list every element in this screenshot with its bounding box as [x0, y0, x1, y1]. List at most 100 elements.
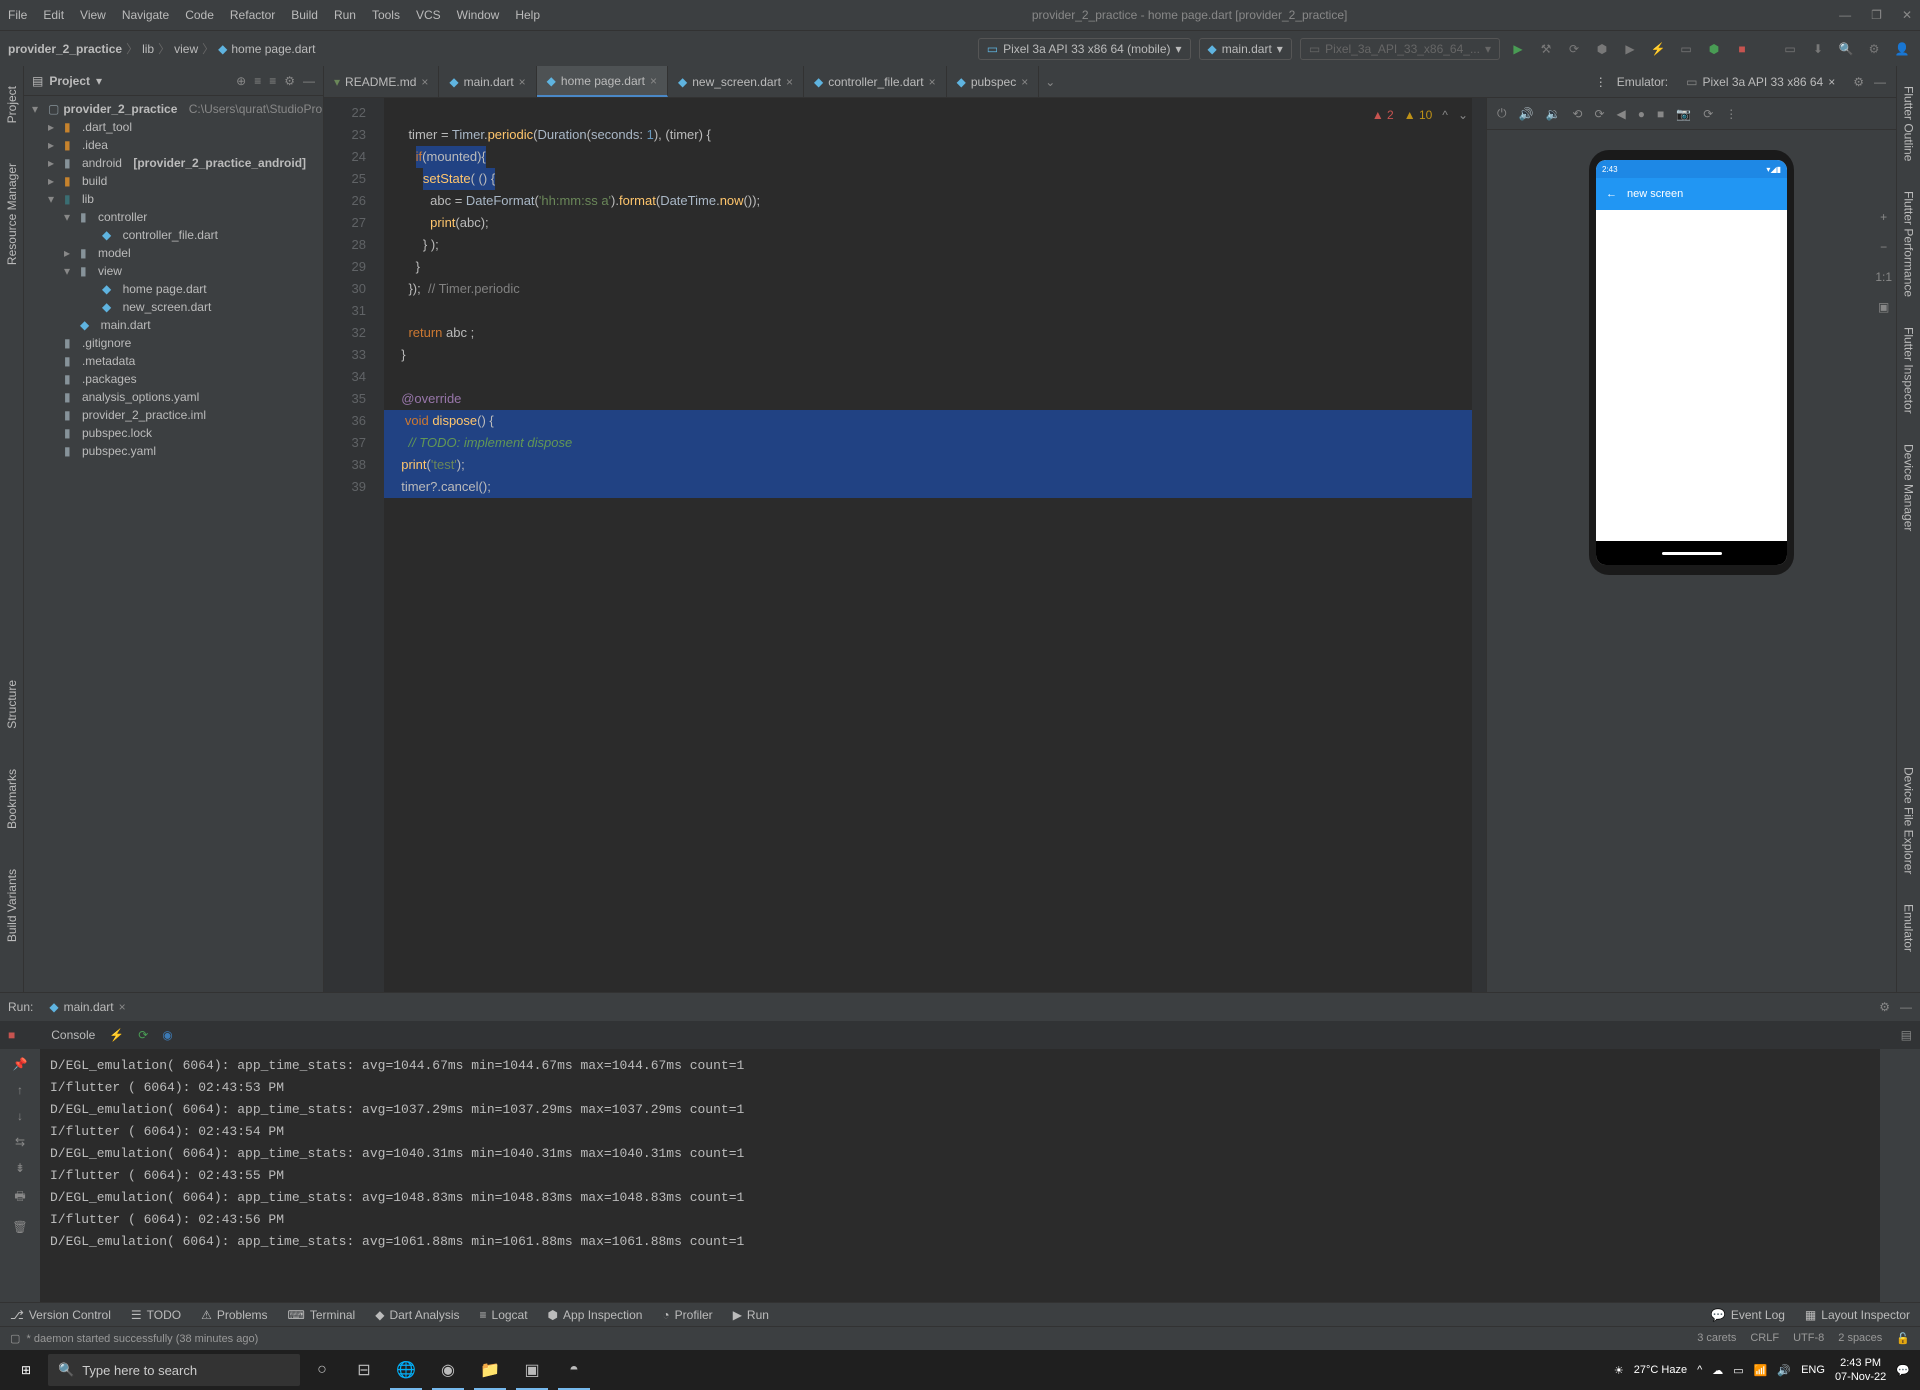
tab-new-screen[interactable]: ◆new_screen.dart× — [668, 66, 804, 97]
tree-file[interactable]: ▮ analysis_options.yaml — [24, 388, 323, 406]
close-icon[interactable]: × — [1828, 75, 1835, 89]
stop-icon[interactable]: ■ — [8, 1028, 15, 1042]
rotate-left-icon[interactable]: ⟲ — [1572, 107, 1582, 121]
breadcrumb-view[interactable]: view — [174, 42, 198, 56]
status-encoding[interactable]: UTF-8 — [1793, 1332, 1824, 1345]
clear-icon[interactable]: 🗑 — [12, 1220, 27, 1234]
coverage-icon[interactable]: ▶ — [1620, 39, 1640, 59]
menu-vcs[interactable]: VCS — [416, 8, 441, 22]
run-tab-main[interactable]: ◆main.dart × — [43, 998, 131, 1016]
tab-controller[interactable]: ◆controller_file.dart× — [804, 66, 947, 97]
fullscreen-icon[interactable]: ▣ — [1878, 300, 1889, 314]
task-cortana-icon[interactable]: ○ — [302, 1350, 342, 1390]
sdk-icon[interactable]: ⬇ — [1808, 39, 1828, 59]
menu-code[interactable]: Code — [185, 8, 214, 22]
rail-device-file-explorer[interactable]: Device File Explorer — [1902, 767, 1916, 874]
scroll-icon[interactable]: ⇟ — [15, 1161, 25, 1175]
rotate-right-icon[interactable]: ⟳ — [1594, 107, 1604, 121]
analysis-summary[interactable]: ▲ 2 ▲ 10 ^ ⌄ — [1372, 104, 1468, 126]
tool-todo[interactable]: ☰TODO — [131, 1308, 181, 1322]
tool-dart-analysis[interactable]: ◆Dart Analysis — [375, 1308, 459, 1322]
tray-onedrive-icon[interactable]: ☁ — [1712, 1364, 1723, 1377]
tool-layout-inspector[interactable]: ▦Layout Inspector — [1805, 1308, 1910, 1322]
task-explorer-icon[interactable]: 📁 — [470, 1350, 510, 1390]
target-icon[interactable]: ⊕ — [236, 74, 246, 88]
overview-icon[interactable]: ■ — [1657, 107, 1664, 121]
code-editor[interactable]: 222324252627282930313233343536373839 ▲ 2… — [324, 98, 1486, 992]
console-output[interactable]: D/EGL_emulation( 6064): app_time_stats: … — [40, 1049, 1880, 1302]
maximize-icon[interactable]: ❐ — [1871, 8, 1882, 22]
devtools-icon[interactable]: ◉ — [162, 1028, 172, 1042]
device-selector[interactable]: ▭ Pixel 3a API 33 x86 64 (mobile) ▾ — [978, 38, 1191, 60]
task-view-icon[interactable]: ⊟ — [344, 1350, 384, 1390]
console-scrollbar[interactable] — [1880, 1049, 1920, 1302]
tab-readme[interactable]: ▾README.md× — [324, 66, 439, 97]
down-icon[interactable]: ↓ — [17, 1109, 23, 1123]
back-icon[interactable]: ◀ — [1617, 107, 1626, 121]
tree-item[interactable]: ▸▮ .dart_tool — [24, 118, 323, 136]
tree-item[interactable]: ▸▮ model — [24, 244, 323, 262]
user-icon[interactable]: 👤 — [1892, 39, 1912, 59]
back-arrow-icon[interactable]: ← — [1606, 188, 1617, 200]
tool-event-log[interactable]: 💬Event Log — [1711, 1308, 1785, 1322]
tree-file[interactable]: ◆ new_screen.dart — [24, 298, 323, 316]
volume-up-icon[interactable]: 🔊 — [1519, 107, 1534, 121]
gear-icon[interactable]: ⚙ — [1879, 1000, 1890, 1014]
run-icon[interactable]: ▶ — [1508, 39, 1528, 59]
lock-icon[interactable]: 🔓 — [1896, 1332, 1910, 1345]
tree-item[interactable]: ▾▮ lib — [24, 190, 323, 208]
tool-terminal[interactable]: ⌨Terminal — [288, 1308, 356, 1322]
power-icon[interactable]: ⏻ — [1497, 106, 1507, 121]
task-android-studio-icon[interactable]: ◓ — [554, 1350, 594, 1390]
chevron-down-icon[interactable]: ▾ — [96, 74, 102, 88]
tool-logcat[interactable]: ≡Logcat — [480, 1308, 528, 1322]
screenshot-icon[interactable]: 📷 — [1676, 107, 1691, 121]
tree-item[interactable]: ▸▮ .idea — [24, 136, 323, 154]
hide-icon[interactable]: — — [303, 74, 315, 88]
hot-reload-icon[interactable]: ⚡ — [109, 1028, 124, 1042]
tree-file[interactable]: ▮ .gitignore — [24, 334, 323, 352]
rail-device-manager[interactable]: Device Manager — [1902, 444, 1916, 531]
breadcrumb-file[interactable]: home page.dart — [231, 42, 315, 56]
task-chrome-icon[interactable]: ◉ — [428, 1350, 468, 1390]
tool-app-inspection[interactable]: ⬢App Inspection — [548, 1308, 643, 1322]
menu-help[interactable]: Help — [515, 8, 540, 22]
tray-wifi-icon[interactable]: 📶 — [1754, 1364, 1768, 1377]
zoom-out-icon[interactable]: − — [1880, 240, 1887, 254]
hot-restart-icon[interactable]: ▭ — [1676, 39, 1696, 59]
zoom-fit[interactable]: 1:1 — [1875, 270, 1892, 284]
hammer-icon[interactable]: ⚒ — [1536, 39, 1556, 59]
menu-refactor[interactable]: Refactor — [230, 8, 275, 22]
status-indent[interactable]: 2 spaces — [1838, 1332, 1882, 1345]
pin-icon[interactable]: 📌 — [13, 1057, 28, 1071]
hide-icon[interactable]: — — [1874, 75, 1886, 89]
target-selector[interactable]: ▭ Pixel_3a_API_33_x86_64_... ▾ — [1300, 38, 1500, 60]
more-icon[interactable]: ⋮ — [1595, 75, 1607, 89]
breadcrumb-lib[interactable]: lib — [142, 42, 154, 56]
attach-icon[interactable]: ⬢ — [1704, 39, 1724, 59]
expand-icon[interactable]: ≡ — [269, 74, 276, 88]
start-button[interactable]: ⊞ — [6, 1350, 46, 1390]
wrap-icon[interactable]: ⇆ — [15, 1135, 25, 1149]
tree-item[interactable]: ▸▮ android [provider_2_practice_android] — [24, 154, 323, 172]
rail-project[interactable]: Project — [5, 86, 19, 123]
taskbar-search[interactable]: 🔍 Type here to search — [48, 1354, 300, 1386]
tree-file[interactable]: ◆ controller_file.dart — [24, 226, 323, 244]
tab-home-page[interactable]: ◆home page.dart× — [537, 66, 668, 97]
close-icon[interactable]: × — [929, 75, 936, 89]
stop-icon[interactable]: ■ — [1732, 39, 1752, 59]
menu-build[interactable]: Build — [291, 8, 318, 22]
close-icon[interactable]: × — [1021, 75, 1028, 89]
tray-volume-icon[interactable]: 🔊 — [1777, 1364, 1791, 1377]
hot-reload-icon[interactable]: ⚡ — [1648, 39, 1668, 59]
tool-run[interactable]: ▶Run — [733, 1308, 769, 1322]
close-icon[interactable]: × — [786, 75, 793, 89]
rail-flutter-inspector[interactable]: Flutter Inspector — [1902, 327, 1916, 414]
task-app-2-icon[interactable]: ▣ — [512, 1350, 552, 1390]
tray-chevron-icon[interactable]: ^ — [1697, 1364, 1702, 1376]
up-icon[interactable]: ↑ — [17, 1083, 23, 1097]
rail-bookmarks[interactable]: Bookmarks — [5, 769, 19, 829]
close-icon[interactable]: × — [650, 74, 657, 88]
tool-problems[interactable]: ⚠Problems — [201, 1308, 267, 1322]
hot-restart-icon[interactable]: ⟳ — [138, 1028, 148, 1042]
